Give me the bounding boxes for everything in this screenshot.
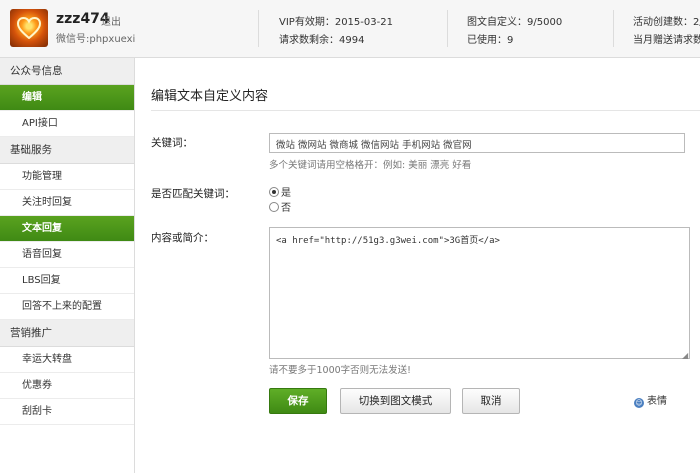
top-header: zzz474 退出 微信号:phpxuexi VIP有效期：2015-03-21… [0,0,700,58]
requests-remaining-label: 请求数剩余： [279,35,339,46]
keyword-input[interactable]: 微站 微网站 微商城 微信网站 手机网站 微官网 [269,133,685,153]
sidebar-item-voice-reply[interactable]: 语音回复 [0,242,134,268]
sidebar: 公众号信息 编辑 API接口 基础服务 功能管理 关注时回复 文本回复 语音回复… [0,58,135,473]
vip-expiry-label: VIP有效期： [279,17,335,28]
vip-expiry: VIP有效期：2015-03-21 [279,13,393,28]
monthly-gift-requests-label: 当月赠送请求数 [633,35,700,46]
content-textarea[interactable]: <a href="http://51g3.g3wei.com">3G首页</a> [269,227,690,359]
sidebar-section-basic[interactable]: 基础服务 [0,137,134,164]
resize-handle-icon[interactable]: ◢ [682,351,688,360]
content-label: 内容或简介： [151,232,214,244]
rich-text-quota: 图文自定义：9/5000 [467,13,562,28]
vip-expiry-value: 2015-03-21 [334,17,393,28]
page-title: 编辑文本自定义内容 [151,89,269,104]
used-count-value: 9 [507,35,514,46]
keyword-label: 关键词： [151,137,193,149]
save-button[interactable]: 保存 [269,388,327,414]
avatar[interactable] [10,9,48,47]
logout-link[interactable]: 退出 [101,13,121,28]
switch-to-rich-mode-button[interactable]: 切换到图文模式 [340,388,451,414]
divider [258,10,259,47]
radio-no-icon[interactable] [269,202,279,212]
radio-no-label: 否 [281,203,291,214]
cancel-button[interactable]: 取消 [462,388,520,414]
activities-created-label: 活动创建数： [633,17,693,28]
requests-remaining-value: 4994 [339,35,365,46]
sidebar-item-fallback-config[interactable]: 回答不上来的配置 [0,294,134,320]
activities-created-value: 2/ [693,17,700,28]
sidebar-section-account[interactable]: 公众号信息 [0,58,134,85]
match-keyword-label: 是否匹配关键词： [151,188,235,200]
used-count: 已使用：9 [467,31,513,46]
sidebar-section-marketing[interactable]: 营销推广 [0,320,134,347]
sidebar-item-text-reply[interactable]: 文本回复 [0,216,134,242]
emoji-label: 表情 [647,396,667,407]
sidebar-item-edit[interactable]: 编辑 [0,85,134,111]
divider [151,110,700,111]
divider [613,10,614,47]
sidebar-item-scratch-card[interactable]: 刮刮卡 [0,399,134,425]
radio-no[interactable]: 否 [269,199,291,214]
sidebar-item-follow-reply[interactable]: 关注时回复 [0,190,134,216]
main-panel: 编辑文本自定义内容 关键词： 微站 微网站 微商城 微信网站 手机网站 微官网 … [135,58,700,473]
sidebar-item-coupons[interactable]: 优惠券 [0,373,134,399]
radio-yes[interactable]: 是 [269,184,291,199]
content-hint: 请不要多于1000字否则无法发送! [269,365,411,376]
activities-created: 活动创建数：2/ [633,13,700,28]
divider [447,10,448,47]
heart-icon [17,17,41,39]
requests-remaining: 请求数剩余：4994 [279,31,364,46]
monthly-gift-requests: 当月赠送请求数 [633,31,700,46]
radio-yes-icon[interactable] [269,187,279,197]
sidebar-item-features[interactable]: 功能管理 [0,164,134,190]
used-count-label: 已使用： [467,35,507,46]
radio-yes-label: 是 [281,188,291,199]
rich-text-quota-value: 9/5000 [527,17,563,28]
keyword-hint: 多个关键词请用空格格开：例如: 美丽 漂亮 好看 [269,160,472,171]
sidebar-item-lbs-reply[interactable]: LBS回复 [0,268,134,294]
emoji-button[interactable]: ☺ 表情 [634,392,667,408]
sidebar-item-lucky-wheel[interactable]: 幸运大转盘 [0,347,134,373]
rich-text-quota-label: 图文自定义： [467,17,527,28]
sidebar-item-api[interactable]: API接口 [0,111,134,137]
smiley-icon: ☺ [634,398,644,408]
wechat-id: 微信号:phpxuexi [56,34,136,45]
